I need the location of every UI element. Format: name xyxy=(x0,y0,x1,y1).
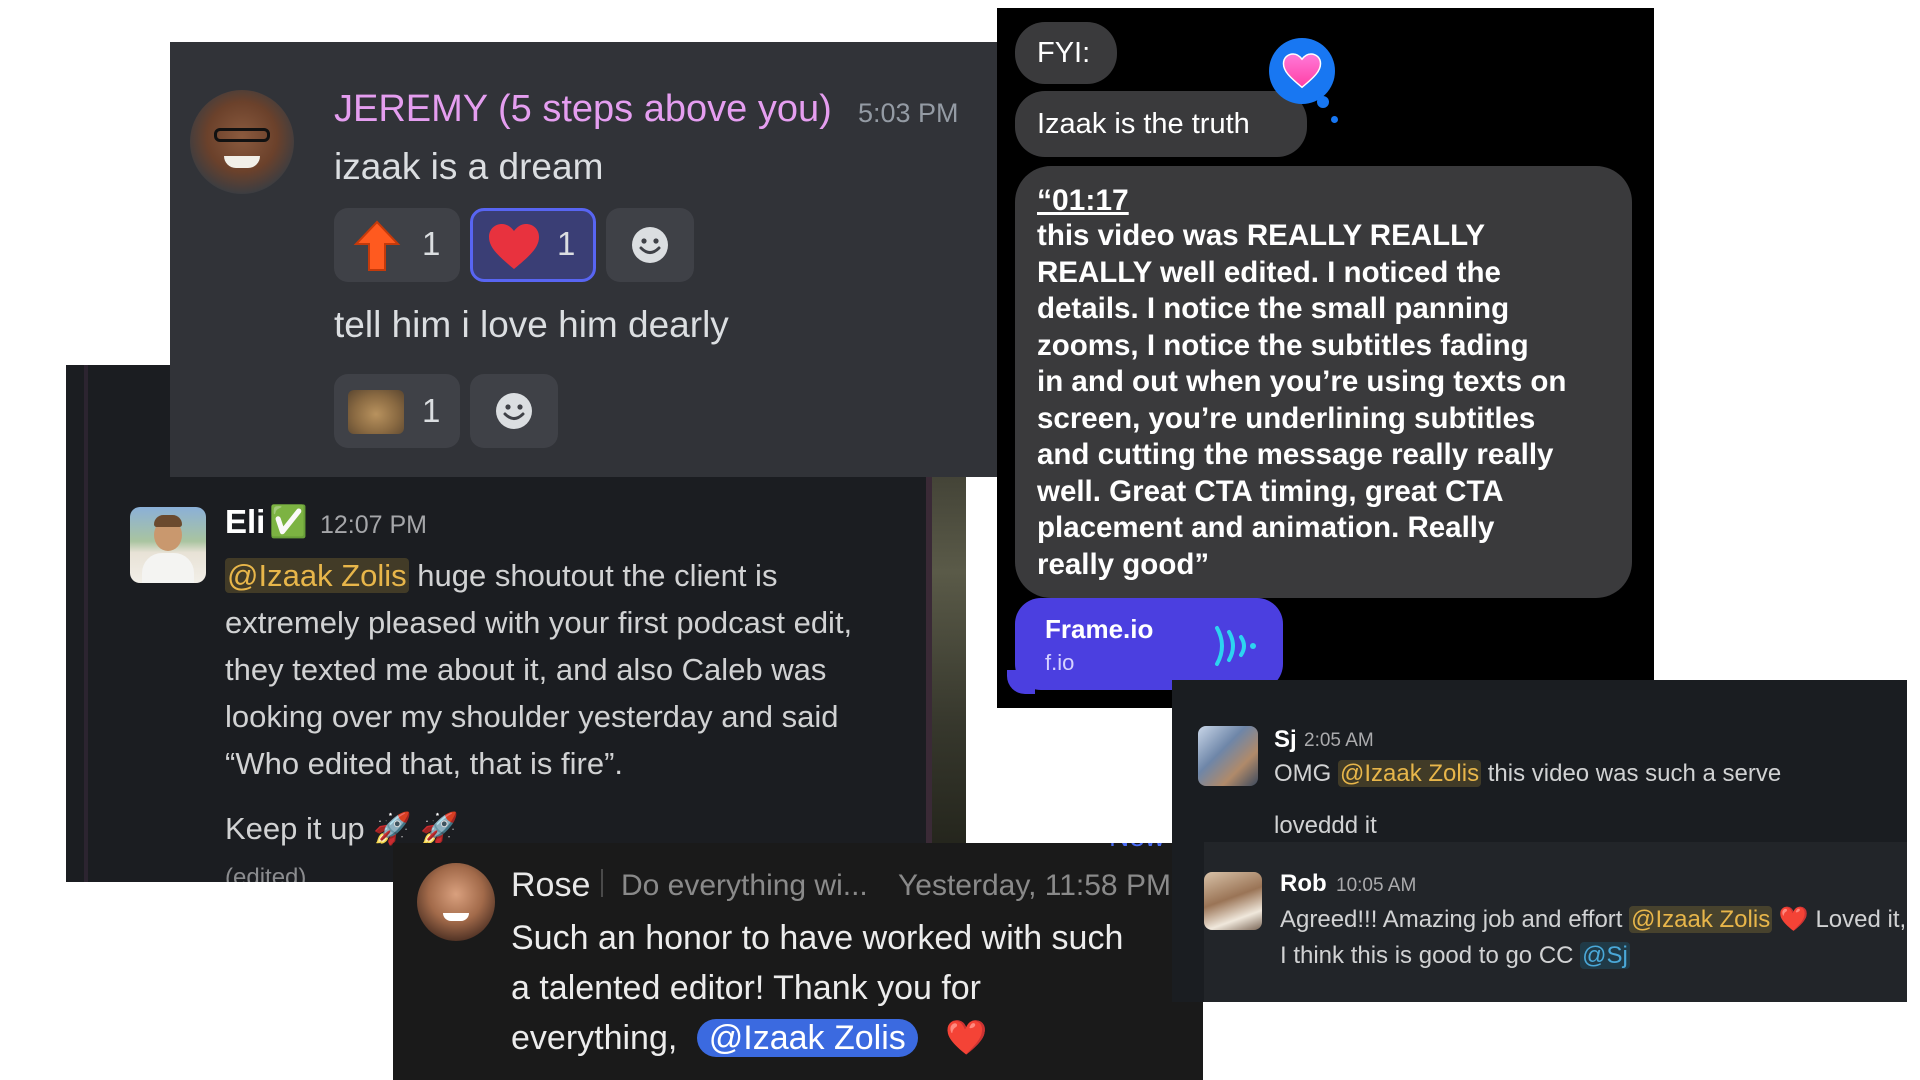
eli-mention-izaak[interactable]: @Izaak Zolis xyxy=(225,558,409,593)
rose-status: Do everything wi... xyxy=(621,869,868,902)
link-preview-frameio[interactable]: Frame.io f.io xyxy=(1015,598,1283,690)
reaction-cat-photo[interactable]: 1 xyxy=(334,374,460,448)
eli-line-3: they texted me about it, and also Caleb … xyxy=(225,652,827,687)
reaction-up-arrow[interactable]: 1 xyxy=(334,208,460,282)
up-arrow-icon xyxy=(353,220,401,271)
jeremy-message-1: izaak is a dream xyxy=(334,146,604,187)
bubble-tail xyxy=(1007,670,1035,694)
heart-emoji-icon: ❤️ xyxy=(1778,906,1809,933)
separator xyxy=(601,869,603,897)
rose-mention-izaak[interactable]: @Izaak Zolis xyxy=(696,1019,918,1057)
heart-emoji-icon: ❤️ xyxy=(945,1019,988,1057)
new-messages-label: New xyxy=(1109,843,1165,853)
quote-body: this video was REALLY REALLY REALLY well… xyxy=(1037,219,1567,581)
rob-mention-sj[interactable]: @Sj xyxy=(1580,942,1630,969)
jeremy-avatar[interactable] xyxy=(190,90,294,194)
rose-message-body: Such an honor to have worked with such a… xyxy=(511,913,1123,1063)
imessage-card: FYI: Izaak is the truth “01:17 this vide… xyxy=(997,8,1654,708)
quote-timestamp[interactable]: “01:17 xyxy=(1037,184,1129,218)
bubble-fyi[interactable]: FYI: xyxy=(1015,22,1117,84)
sj-avatar[interactable] xyxy=(1198,726,1258,786)
rose-avatar[interactable] xyxy=(417,863,495,941)
sj-name[interactable]: Sj xyxy=(1274,726,1297,754)
add-reaction-button[interactable] xyxy=(470,374,558,448)
eli-line-4: looking over my shoulder yesterday and s… xyxy=(225,699,839,734)
rose-line-1: Such an honor to have worked with such xyxy=(511,919,1124,957)
sj-mention-izaak[interactable]: @Izaak Zolis xyxy=(1338,760,1482,787)
rose-timestamp[interactable]: Yesterday, 11:58 PM xyxy=(898,869,1171,903)
rose-line-2: a talented editor! Thank you for xyxy=(511,969,982,1007)
reaction-heart[interactable]: 1 xyxy=(470,208,596,282)
eli-message-body: @Izaak Zolis huge shoutout the client is… xyxy=(225,552,852,882)
bubble-quote[interactable]: “01:17 this video was REALLY REALLY REAL… xyxy=(1015,166,1632,598)
heart-tapback-icon[interactable] xyxy=(1269,38,1338,123)
jeremy-message-2: tell him i love him dearly xyxy=(334,304,729,345)
reaction-count: 1 xyxy=(422,225,441,262)
link-domain: f.io xyxy=(1045,650,1075,675)
rob-message-line-1: Agreed!!! Amazing job and effort @Izaak … xyxy=(1280,906,1907,933)
rob-avatar[interactable] xyxy=(1204,872,1262,930)
eli-line-1: @Izaak Zolis huge shoutout the client is xyxy=(225,558,778,593)
rose-line-3: everything, @Izaak Zolis ❤️ xyxy=(511,1019,988,1057)
thread-rail xyxy=(84,365,88,882)
cat-photo-emoji-icon xyxy=(348,390,404,434)
sj-timestamp[interactable]: 2:05 AM xyxy=(1304,730,1374,752)
jeremy-timestamp[interactable]: 5:03 PM xyxy=(858,98,959,129)
rob-timestamp[interactable]: 10:05 AM xyxy=(1336,875,1416,897)
eli-timestamp[interactable]: 12:07 PM xyxy=(320,511,427,540)
eli-name[interactable]: Eli xyxy=(225,503,265,541)
link-title: Frame.io xyxy=(1045,614,1154,644)
smiley-add-icon xyxy=(632,227,668,263)
rose-message-card: New Rose Do everything wi... Yesterday, … xyxy=(393,843,1203,1080)
smiley-add-icon xyxy=(496,393,532,429)
rose-name[interactable]: Rose xyxy=(511,866,590,905)
rob-name[interactable]: Rob xyxy=(1280,870,1327,898)
eli-avatar[interactable] xyxy=(130,507,206,583)
sj-message-line-1: OMG @Izaak Zolis this video was such a s… xyxy=(1274,760,1782,787)
sj-message-line-2: loveddd it xyxy=(1274,812,1377,839)
slack-thread-card: Sj 2:05 AM OMG @Izaak Zolis this video w… xyxy=(1172,680,1907,1002)
jeremy-name[interactable]: JEREMY (5 steps above you) xyxy=(334,88,832,131)
jeremy-message-card: JEREMY (5 steps above you) 5:03 PM izaak… xyxy=(170,42,1000,477)
add-reaction-button[interactable] xyxy=(606,208,694,282)
heart-icon xyxy=(489,224,539,269)
eli-line-2: extremely pleased with your first podcas… xyxy=(225,605,853,640)
rob-message-line-2: I think this is good to go CC @Sj xyxy=(1280,942,1630,969)
rob-mention-izaak[interactable]: @Izaak Zolis xyxy=(1629,906,1773,933)
frameio-logo-icon xyxy=(1215,626,1256,666)
bubble-truth[interactable]: Izaak is the truth xyxy=(1015,91,1307,157)
verified-check-icon: ✅ xyxy=(269,504,308,539)
eli-line-5: “Who edited that, that is fire”. xyxy=(225,746,624,781)
reaction-count: 1 xyxy=(422,392,441,429)
reaction-count: 1 xyxy=(557,225,576,262)
